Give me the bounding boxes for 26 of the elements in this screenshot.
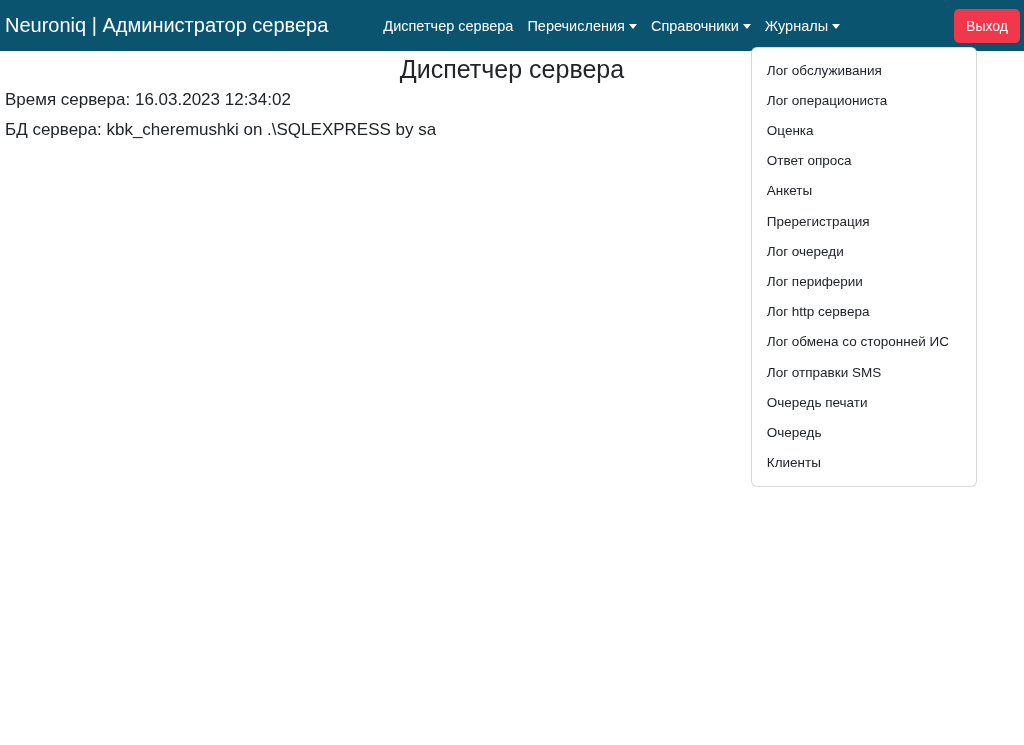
- menu-item[interactable]: Клиенты: [751, 448, 976, 479]
- menu-item[interactable]: Лог обслуживания: [751, 55, 976, 86]
- menu-item[interactable]: Пререгистрация: [751, 206, 976, 237]
- menu-item[interactable]: Очередь печати: [751, 387, 976, 418]
- menu-item[interactable]: Анкеты: [751, 176, 976, 207]
- caret-icon: [832, 24, 841, 30]
- menu-item[interactable]: Лог операциониста: [751, 85, 976, 116]
- page-title: Диспетчер сервера: [399, 55, 625, 84]
- menu-item[interactable]: Очередь: [751, 417, 976, 449]
- brand-title[interactable]: Neuroniq | Администратор сервера: [5, 14, 329, 37]
- info-text: БД сервера: kbk_cheremushki on .\SQLEXPRESS by sa: [5, 120, 437, 140]
- caret-icon: [628, 24, 637, 30]
- logout-button[interactable]: Выход: [954, 8, 1020, 43]
- menu-item[interactable]: Лог http сервера: [751, 297, 976, 328]
- menu-item[interactable]: Ответ опроса: [751, 146, 976, 177]
- menu-item[interactable]: Лог обмена со сторонней ИС: [751, 327, 976, 358]
- info-text: Время сервера: 16.03.2023 12:34:02: [5, 90, 291, 110]
- nav-dropdown[interactable]: Справочники: [643, 9, 758, 42]
- menu-item[interactable]: Лог периферии: [751, 266, 976, 298]
- menu-item[interactable]: Лог очереди: [751, 236, 976, 267]
- nav-dropdown[interactable]: Журналы: [757, 9, 848, 42]
- menu-item[interactable]: Лог отправки SMS: [751, 357, 976, 388]
- caret-icon: [742, 24, 751, 30]
- menu-item[interactable]: Оценка: [751, 115, 976, 147]
- nav-dropdown[interactable]: Перечисления: [520, 9, 644, 42]
- nav-link[interactable]: Диспетчер сервера: [376, 9, 521, 42]
